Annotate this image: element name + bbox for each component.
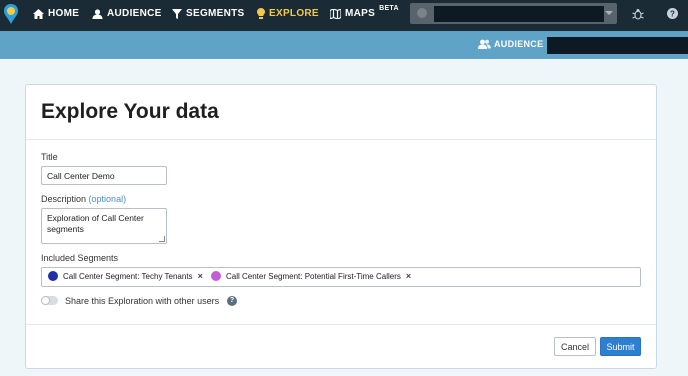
segment-color-dot	[211, 271, 221, 281]
account-icon	[417, 8, 427, 18]
nav-audience-label: AUDIENCE	[107, 8, 162, 19]
audience-label: AUDIENCE	[494, 39, 544, 49]
share-toggle[interactable]	[41, 296, 58, 305]
remove-segment-icon[interactable]: ×	[198, 271, 203, 281]
logo-icon[interactable]	[3, 3, 19, 25]
nav-explore-label: EXPLORE	[269, 8, 319, 19]
segment-tag: Call Center Segment: Techy Tenants ×	[48, 271, 203, 281]
svg-text:?: ?	[670, 10, 675, 19]
optional-hint: (optional)	[88, 194, 127, 204]
description-textarea[interactable]: Exploration of Call Center segments	[41, 208, 167, 244]
segment-tag-label: Call Center Segment: Potential First-Tim…	[226, 271, 401, 281]
nav-maps-label: MAPS	[345, 8, 376, 19]
home-icon	[33, 8, 44, 19]
submit-button[interactable]: Submit	[600, 337, 641, 356]
description-label: Description (optional)	[41, 194, 126, 204]
title-input[interactable]: Call Center Demo	[41, 166, 167, 185]
description-label-text: Description	[41, 194, 87, 204]
header-divider	[26, 139, 656, 140]
resize-handle[interactable]	[159, 236, 165, 242]
cancel-button[interactable]: Cancel	[554, 337, 596, 356]
beta-badge: BETA	[379, 5, 399, 12]
audience-selector-label[interactable]: AUDIENCE	[478, 39, 543, 49]
explore-form-card: Explore Your data Title Call Center Demo…	[25, 84, 657, 369]
segment-color-dot	[48, 271, 58, 281]
nav-home-label: HOME	[48, 8, 80, 19]
lightbulb-icon	[257, 8, 265, 19]
audience-subbar: AUDIENCE	[0, 31, 688, 59]
account-select[interactable]	[410, 3, 617, 24]
top-navbar: HOME AUDIENCE SEGMENTS EXPLORE MAPS BETA…	[0, 0, 688, 31]
footer-divider	[26, 324, 656, 325]
segments-label: Included Segments	[41, 253, 119, 263]
segment-tag-label: Call Center Segment: Techy Tenants	[63, 271, 193, 281]
nav-maps[interactable]: MAPS BETA	[330, 5, 399, 19]
chevron-down-icon	[605, 11, 613, 15]
remove-segment-icon[interactable]: ×	[406, 271, 411, 281]
nav-segments-label: SEGMENTS	[186, 8, 245, 19]
audience-icon	[92, 8, 103, 19]
nav-segments[interactable]: SEGMENTS	[172, 8, 245, 19]
title-label: Title	[41, 152, 58, 162]
share-toggle-label: Share this Exploration with other users	[65, 296, 220, 306]
audience-select[interactable]	[547, 37, 688, 54]
bug-icon[interactable]	[632, 8, 644, 20]
segments-multiselect[interactable]: Call Center Segment: Techy Tenants × Cal…	[41, 267, 641, 287]
map-icon	[330, 8, 341, 19]
help-icon[interactable]: ?	[227, 296, 237, 306]
help-icon[interactable]: ?	[667, 8, 678, 19]
page-title: Explore Your data	[41, 100, 219, 123]
nav-explore[interactable]: EXPLORE	[257, 8, 319, 19]
segment-tag: Call Center Segment: Potential First-Tim…	[211, 271, 411, 281]
account-select-value	[434, 6, 604, 22]
description-value: Exploration of Call Center segments	[47, 213, 144, 234]
filter-icon	[172, 8, 182, 19]
nav-audience[interactable]: AUDIENCE	[92, 8, 162, 19]
toggle-knob	[41, 296, 50, 305]
nav-home[interactable]: HOME	[33, 8, 79, 19]
users-icon	[478, 39, 491, 49]
